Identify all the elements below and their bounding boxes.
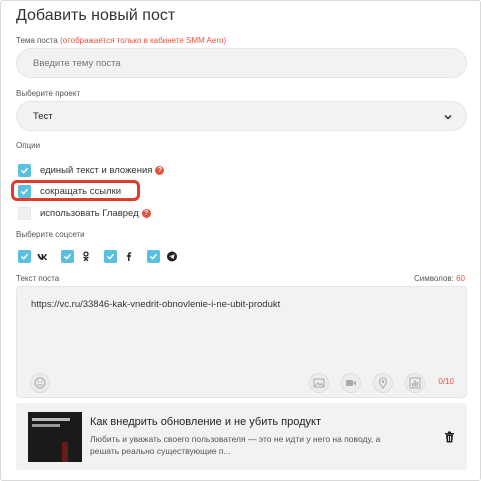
- checkbox-checked[interactable]: [104, 250, 117, 263]
- help-icon[interactable]: ?: [141, 208, 151, 218]
- image-button[interactable]: [309, 373, 329, 393]
- option-label: единый текст и вложения: [40, 164, 153, 176]
- check-icon: [20, 167, 29, 174]
- highlight-annotation: [11, 180, 140, 201]
- post-text-area[interactable]: https://vc.ru/33846-kak-vnedrit-obnovlen…: [16, 286, 467, 398]
- checkbox-checked[interactable]: [147, 250, 160, 263]
- option-single-text[interactable]: единый текст и вложения ?: [18, 163, 165, 177]
- emoji-icon: [34, 377, 46, 389]
- checkbox-checked[interactable]: [18, 163, 31, 177]
- social-odnoklassniki[interactable]: [61, 250, 92, 263]
- page-title: Добавить новый пост: [16, 7, 176, 24]
- check-icon: [149, 253, 158, 260]
- social-telegram[interactable]: [147, 250, 178, 263]
- check-icon: [63, 253, 72, 260]
- video-icon: [346, 380, 356, 386]
- checkbox-unchecked[interactable]: [18, 206, 31, 220]
- check-icon: [20, 253, 29, 260]
- socials-label: Выберите соцсети: [16, 230, 85, 239]
- symbols-counter: Символов: 60: [414, 274, 465, 283]
- post-text-value: https://vc.ru/33846-kak-vnedrit-obnovlen…: [31, 299, 281, 310]
- vk-icon: [37, 253, 47, 260]
- checkbox-checked[interactable]: [61, 250, 74, 263]
- chevron-down-icon: [444, 115, 452, 120]
- topic-label-text: Тема поста: [16, 36, 58, 45]
- option-glavred[interactable]: использовать Главред ?: [18, 206, 151, 220]
- chart-icon: [409, 377, 421, 389]
- check-icon: [106, 253, 115, 260]
- help-icon[interactable]: ?: [155, 165, 165, 175]
- emoji-button[interactable]: [30, 373, 50, 393]
- symbols-count: 60: [456, 274, 465, 283]
- facebook-icon: [126, 252, 132, 261]
- project-select[interactable]: Тест: [16, 101, 467, 131]
- socials-list: [18, 250, 190, 263]
- video-button[interactable]: [341, 373, 361, 393]
- topic-field[interactable]: [16, 48, 467, 78]
- symbols-label: Символов:: [414, 274, 454, 283]
- odnoklassniki-icon: [83, 251, 89, 262]
- telegram-icon: [167, 251, 177, 262]
- link-preview-card: Как внедрить обновление и не убить проду…: [16, 403, 467, 470]
- preview-thumbnail: [28, 412, 82, 462]
- topic-label-note: (отображается только в кабинете SMM Aero…: [60, 36, 227, 45]
- post-text-label: Текст поста: [16, 274, 60, 283]
- options-label: Опции: [16, 141, 41, 150]
- project-selected-value: Тест: [33, 111, 53, 122]
- project-label: Выберите проект: [16, 89, 81, 98]
- preview-title: Как внедрить обновление и не убить проду…: [90, 416, 322, 428]
- location-button[interactable]: [373, 373, 393, 393]
- attachment-counter: 0/10: [438, 377, 454, 386]
- social-vk[interactable]: [18, 250, 49, 263]
- checkbox-checked[interactable]: [18, 250, 31, 263]
- topic-label: Тема поста (отображается только в кабине…: [16, 36, 226, 45]
- trash-icon[interactable]: [444, 431, 455, 443]
- social-facebook[interactable]: [104, 250, 135, 263]
- location-icon: [378, 377, 388, 389]
- add-post-panel: Добавить новый пост Тема поста (отобража…: [0, 0, 481, 481]
- topic-input[interactable]: [33, 49, 453, 77]
- chart-button[interactable]: [405, 373, 425, 393]
- image-icon: [313, 378, 325, 388]
- option-label: использовать Главред: [40, 207, 139, 219]
- preview-description: Любить и уважать своего пользователя — э…: [90, 434, 381, 456]
